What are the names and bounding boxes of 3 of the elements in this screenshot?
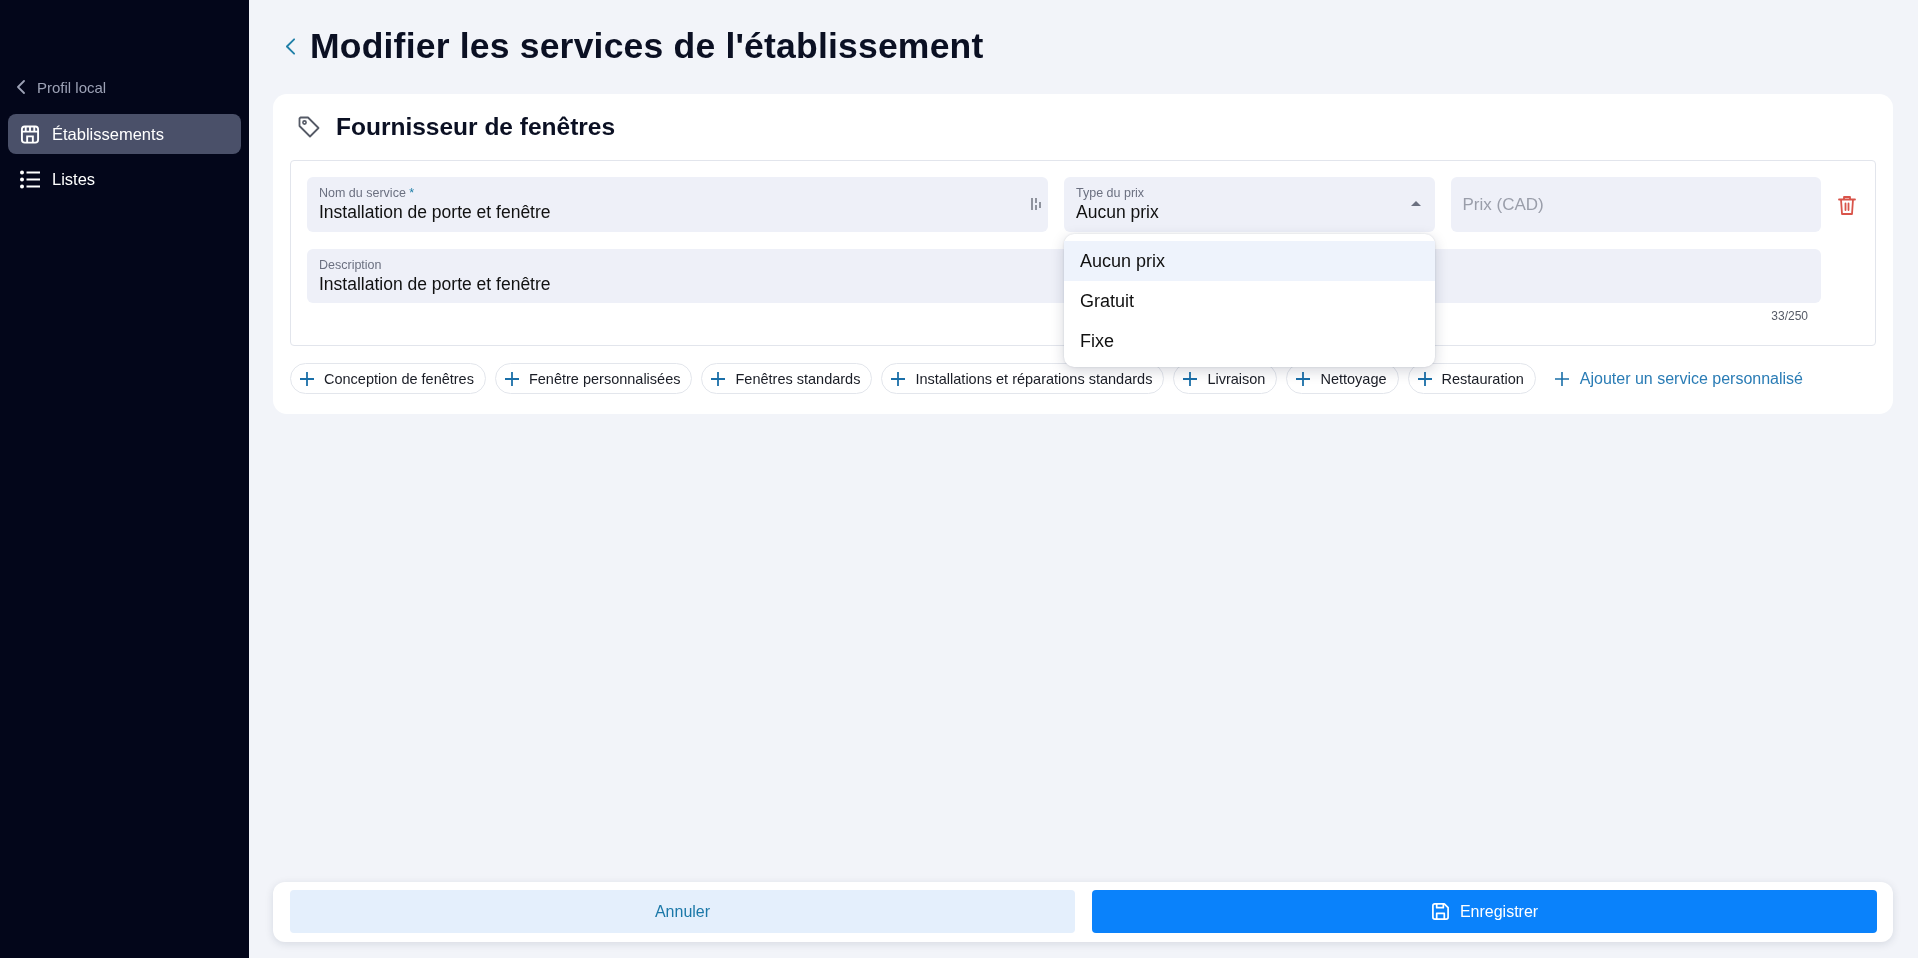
card-title: Fournisseur de fenêtres bbox=[336, 113, 616, 141]
page-title: Modifier les services de l'établissement bbox=[310, 25, 984, 67]
character-counter: 33/250 bbox=[1771, 309, 1808, 323]
